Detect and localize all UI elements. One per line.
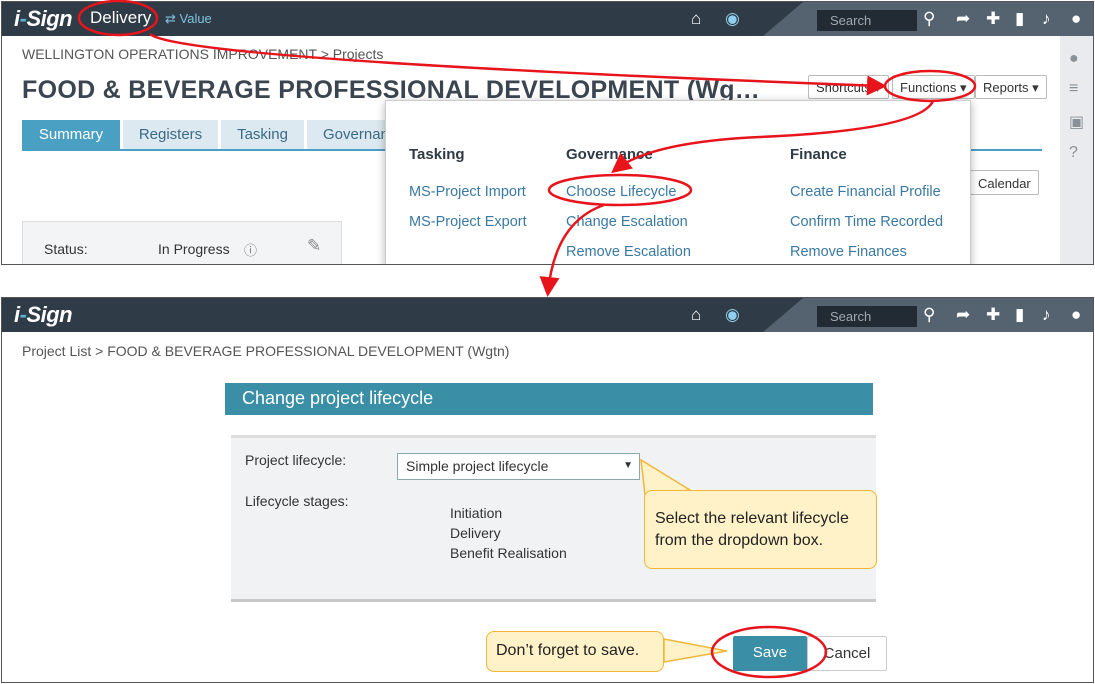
functions-dropdown-menu: Tasking MS-Project Import MS-Project Exp…: [385, 100, 971, 264]
menu-item-remove-finances[interactable]: Remove Finances: [790, 244, 907, 260]
dialog-title: Change project lifecycle: [225, 383, 873, 415]
bookmark-icon[interactable]: ▮: [1015, 9, 1024, 29]
callout-select-hint: Select the relevant lifecycle from the d…: [644, 490, 877, 569]
top-screenshot-panel: i-Sign Delivery ⇄ Value ⌂ ◉ Search ⚲ ➦ ✚…: [1, 1, 1094, 265]
app-logo[interactable]: i-Sign: [14, 6, 73, 32]
breadcrumb[interactable]: Project List > FOOD & BEVERAGE PROFESSIO…: [22, 343, 509, 359]
tab-registers[interactable]: Registers: [123, 120, 218, 150]
menu-item-change-escalation[interactable]: Change Escalation: [566, 214, 688, 230]
status-label: Status:: [44, 241, 88, 257]
lifecycle-label: Project lifecycle:: [245, 452, 347, 468]
status-value: In Progress: [158, 241, 230, 257]
menu-item-ms-project-import[interactable]: MS-Project Import: [409, 184, 526, 200]
chevron-down-icon: ▼: [623, 460, 633, 471]
calendar-button[interactable]: Calendar: [970, 170, 1039, 195]
tab-summary[interactable]: Summary: [22, 120, 120, 150]
mode-delivery[interactable]: Delivery: [90, 8, 151, 28]
breadcrumb[interactable]: WELLINGTON OPERATIONS IMPROVEMENT > Proj…: [22, 46, 383, 62]
lock-icon[interactable]: ▣: [1069, 112, 1084, 132]
menu-heading-governance: Governance: [566, 146, 653, 163]
shortcuts-button[interactable]: Shortcuts ▾: [808, 75, 890, 99]
share-icon[interactable]: ➦: [956, 9, 970, 29]
menu-item-choose-lifecycle[interactable]: Choose Lifecycle: [566, 184, 676, 200]
bell-icon[interactable]: ♪: [1042, 9, 1051, 29]
status-card: Status: In Progress ⓘ ✎: [22, 221, 342, 264]
save-button[interactable]: Save: [733, 636, 807, 671]
stage-item: Benefit Realisation: [450, 545, 567, 561]
search-icon[interactable]: ⚲: [923, 9, 935, 29]
callout-save-hint: Don’t forget to save.: [486, 631, 664, 672]
user-icon[interactable]: ●: [1071, 9, 1081, 29]
home-icon[interactable]: ⌂: [691, 9, 701, 29]
stage-item: Delivery: [450, 525, 501, 541]
edit-pencil-icon[interactable]: ✎: [307, 236, 321, 256]
tab-governance[interactable]: Governance: [307, 120, 405, 150]
globe-icon[interactable]: ◉: [725, 9, 740, 29]
stages-label: Lifecycle stages:: [245, 493, 349, 509]
bell-icon[interactable]: ♪: [1042, 305, 1051, 325]
user-icon[interactable]: ●: [1071, 305, 1081, 325]
menu-item-ms-project-export[interactable]: MS-Project Export: [409, 214, 527, 230]
app-logo[interactable]: i-Sign: [14, 302, 73, 328]
bookmark-icon[interactable]: ▮: [1015, 305, 1024, 325]
top-navbar: i-Sign Delivery ⇄ Value ⌂ ◉ Search ⚲ ➦ ✚…: [2, 2, 1093, 36]
menu-item-confirm-time-recorded[interactable]: Confirm Time Recorded: [790, 214, 943, 230]
search-icon[interactable]: ⚲: [923, 305, 935, 325]
mode-value-link[interactable]: ⇄ Value: [165, 11, 212, 27]
list-icon[interactable]: ≡: [1069, 80, 1078, 98]
lifecycle-select-value: Simple project lifecycle: [406, 458, 549, 474]
bottom-screenshot-panel: i-Sign ⌂ ◉ Search ⚲ ➦ ✚ ▮ ♪ ● Project Li…: [1, 297, 1094, 683]
add-icon[interactable]: ✚: [986, 9, 1000, 29]
menu-item-create-financial-profile[interactable]: Create Financial Profile: [790, 184, 941, 200]
top-navbar: i-Sign ⌂ ◉ Search ⚲ ➦ ✚ ▮ ♪ ●: [2, 298, 1093, 332]
lifecycle-select[interactable]: Simple project lifecycle ▼: [397, 453, 640, 480]
add-icon[interactable]: ✚: [986, 305, 1000, 325]
search-input[interactable]: Search: [817, 306, 917, 327]
right-rail: ● ≡ ▣ ?: [1060, 36, 1093, 264]
stage-item: Initiation: [450, 505, 503, 521]
home-icon[interactable]: ⌂: [691, 305, 701, 325]
cancel-button[interactable]: Cancel: [807, 636, 887, 671]
menu-item-remove-escalation[interactable]: Remove Escalation: [566, 244, 691, 260]
search-input[interactable]: Search: [817, 10, 917, 31]
menu-heading-tasking: Tasking: [409, 146, 465, 163]
globe-icon[interactable]: ◉: [725, 305, 740, 325]
functions-button[interactable]: Functions ▾: [892, 75, 975, 99]
tab-tasking[interactable]: Tasking: [221, 120, 304, 150]
info-icon[interactable]: ⓘ: [244, 240, 257, 259]
share-icon[interactable]: ➦: [956, 305, 970, 325]
reports-button[interactable]: Reports ▾: [975, 75, 1047, 99]
comment-icon[interactable]: ●: [1069, 50, 1079, 68]
help-icon[interactable]: ?: [1069, 144, 1078, 162]
menu-heading-finance: Finance: [790, 146, 847, 163]
